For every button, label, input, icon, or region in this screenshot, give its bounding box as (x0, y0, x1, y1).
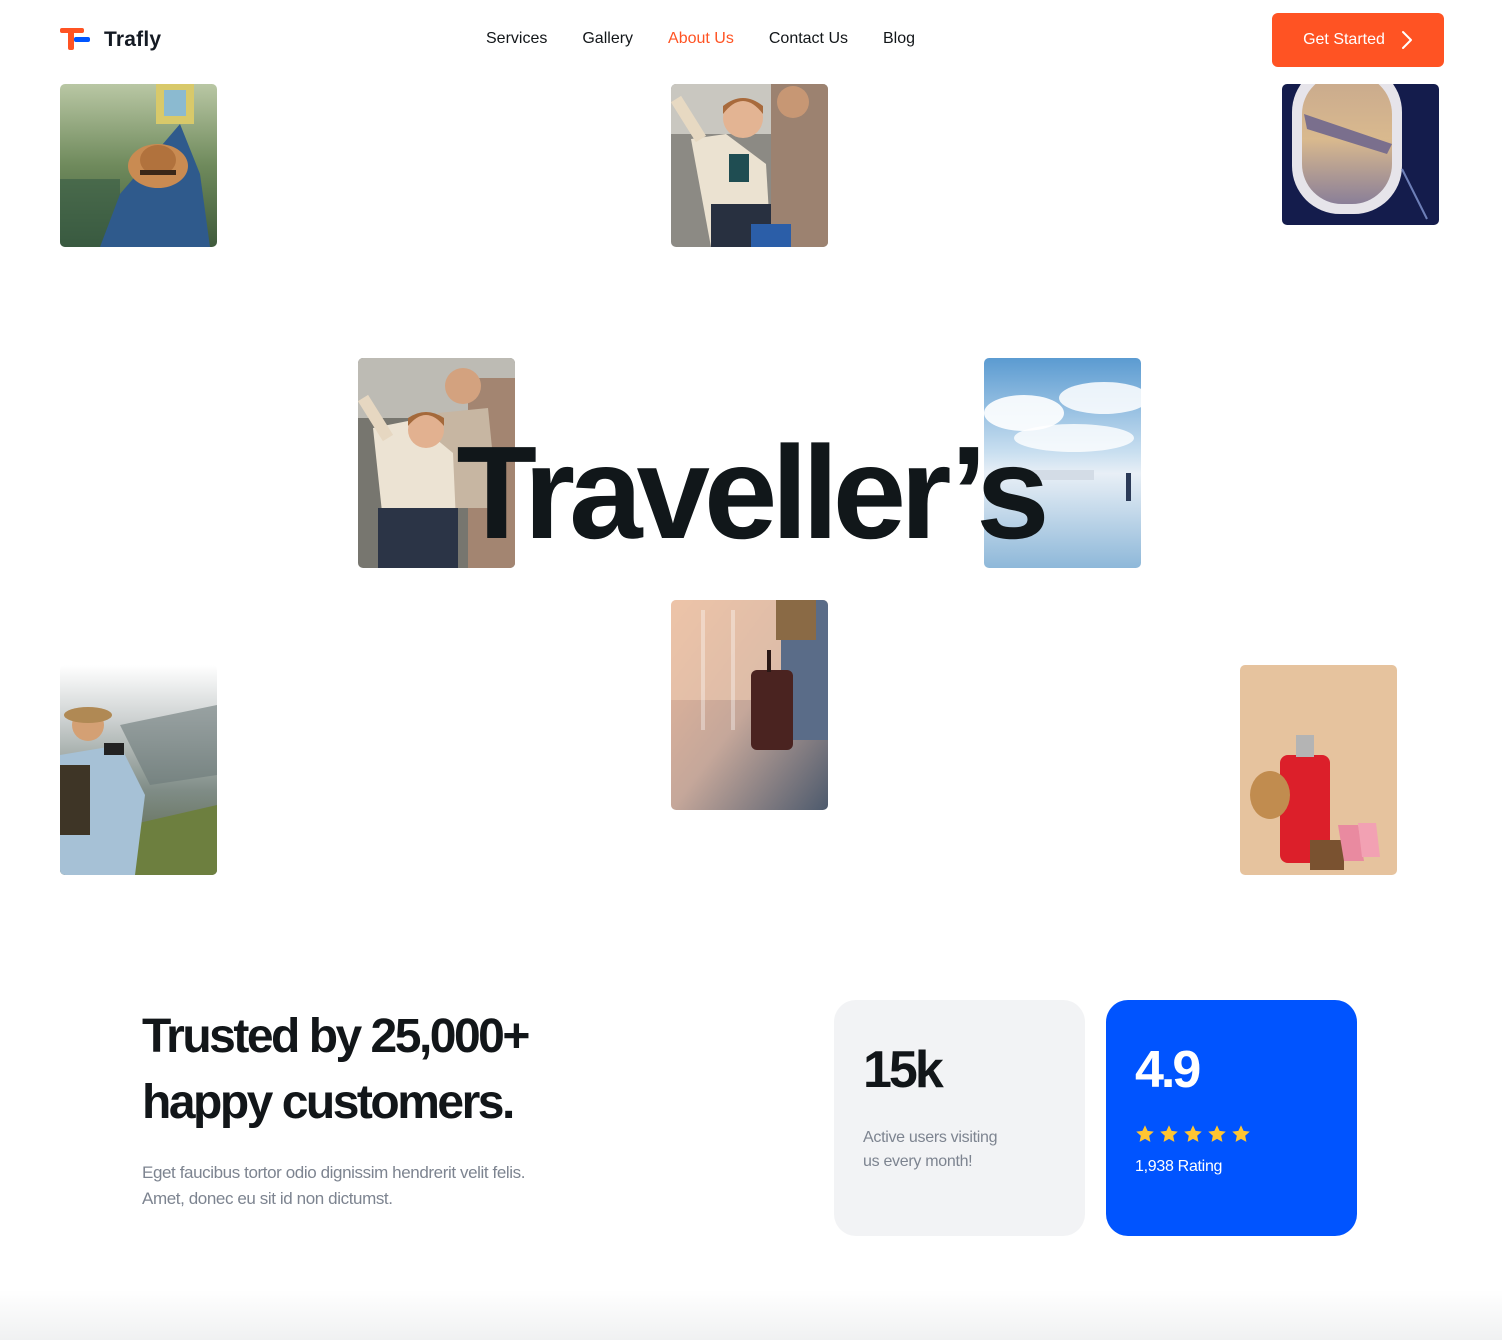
trusted-headline-line2: happy customers. (142, 1076, 515, 1129)
photo-man-camera-mountain (60, 665, 217, 875)
photo-red-suitcase-beach (1240, 665, 1397, 875)
trusted-subtext-line2: Amet, donec eu sit id non dictumst. (142, 1189, 393, 1208)
nav-item-contact-us[interactable]: Contact Us (769, 30, 848, 48)
star-icon (1184, 1125, 1202, 1142)
active-users-value: 15k (863, 1041, 944, 1099)
trusted-subtext-line1: Eget faucibus tortor odio dignissim hend… (142, 1163, 526, 1182)
site-header: Trafly Services Gallery About Us Contact… (0, 0, 1502, 80)
nav-item-services[interactable]: Services (486, 30, 547, 48)
star-icon (1232, 1125, 1250, 1142)
active-users-desc-line1: Active users visiting (863, 1129, 998, 1146)
logo-text: Trafly (104, 28, 162, 51)
trusted-headline: Trusted by 25,000+ happy customers. (142, 1004, 702, 1136)
get-started-button[interactable]: Get Started (1272, 13, 1444, 67)
nav-item-about-us[interactable]: About Us (668, 30, 734, 48)
trusted-headline-line1: Trusted by 25,000+ (142, 1010, 530, 1063)
photo-woman-hat-map (60, 84, 217, 247)
nav-item-blog[interactable]: Blog (883, 30, 915, 48)
photo-family-airport-cheer (671, 84, 828, 247)
get-started-label: Get Started (1303, 31, 1385, 48)
star-icon (1208, 1125, 1226, 1142)
logo-mark-icon (60, 26, 92, 54)
rating-count: 1,938 Rating (1135, 1158, 1223, 1175)
rating-value: 4.9 (1135, 1041, 1201, 1099)
active-users-desc: Active users visiting us every month! (863, 1126, 1043, 1174)
chevron-right-icon (1401, 31, 1412, 49)
nav-item-gallery[interactable]: Gallery (582, 30, 633, 48)
photo-suitcase-airport (671, 600, 828, 810)
main-nav: Services Gallery About Us Contact Us Blo… (486, 30, 915, 48)
star-icon (1160, 1125, 1178, 1142)
trusted-subtext: Eget faucibus tortor odio dignissim hend… (142, 1160, 642, 1212)
next-section-edge (0, 1290, 1502, 1340)
hero-heading: Traveller’s (456, 419, 1049, 566)
photo-airplane-window (1282, 84, 1439, 225)
rating-card: 4.9 1,938 Rating (1106, 1000, 1357, 1236)
star-icon (1136, 1125, 1154, 1142)
active-users-desc-line2: us every month! (863, 1153, 973, 1170)
active-users-card: 15k Active users visiting us every month… (834, 1000, 1085, 1236)
logo[interactable]: Trafly (60, 26, 161, 54)
rating-stars (1135, 1124, 1251, 1144)
